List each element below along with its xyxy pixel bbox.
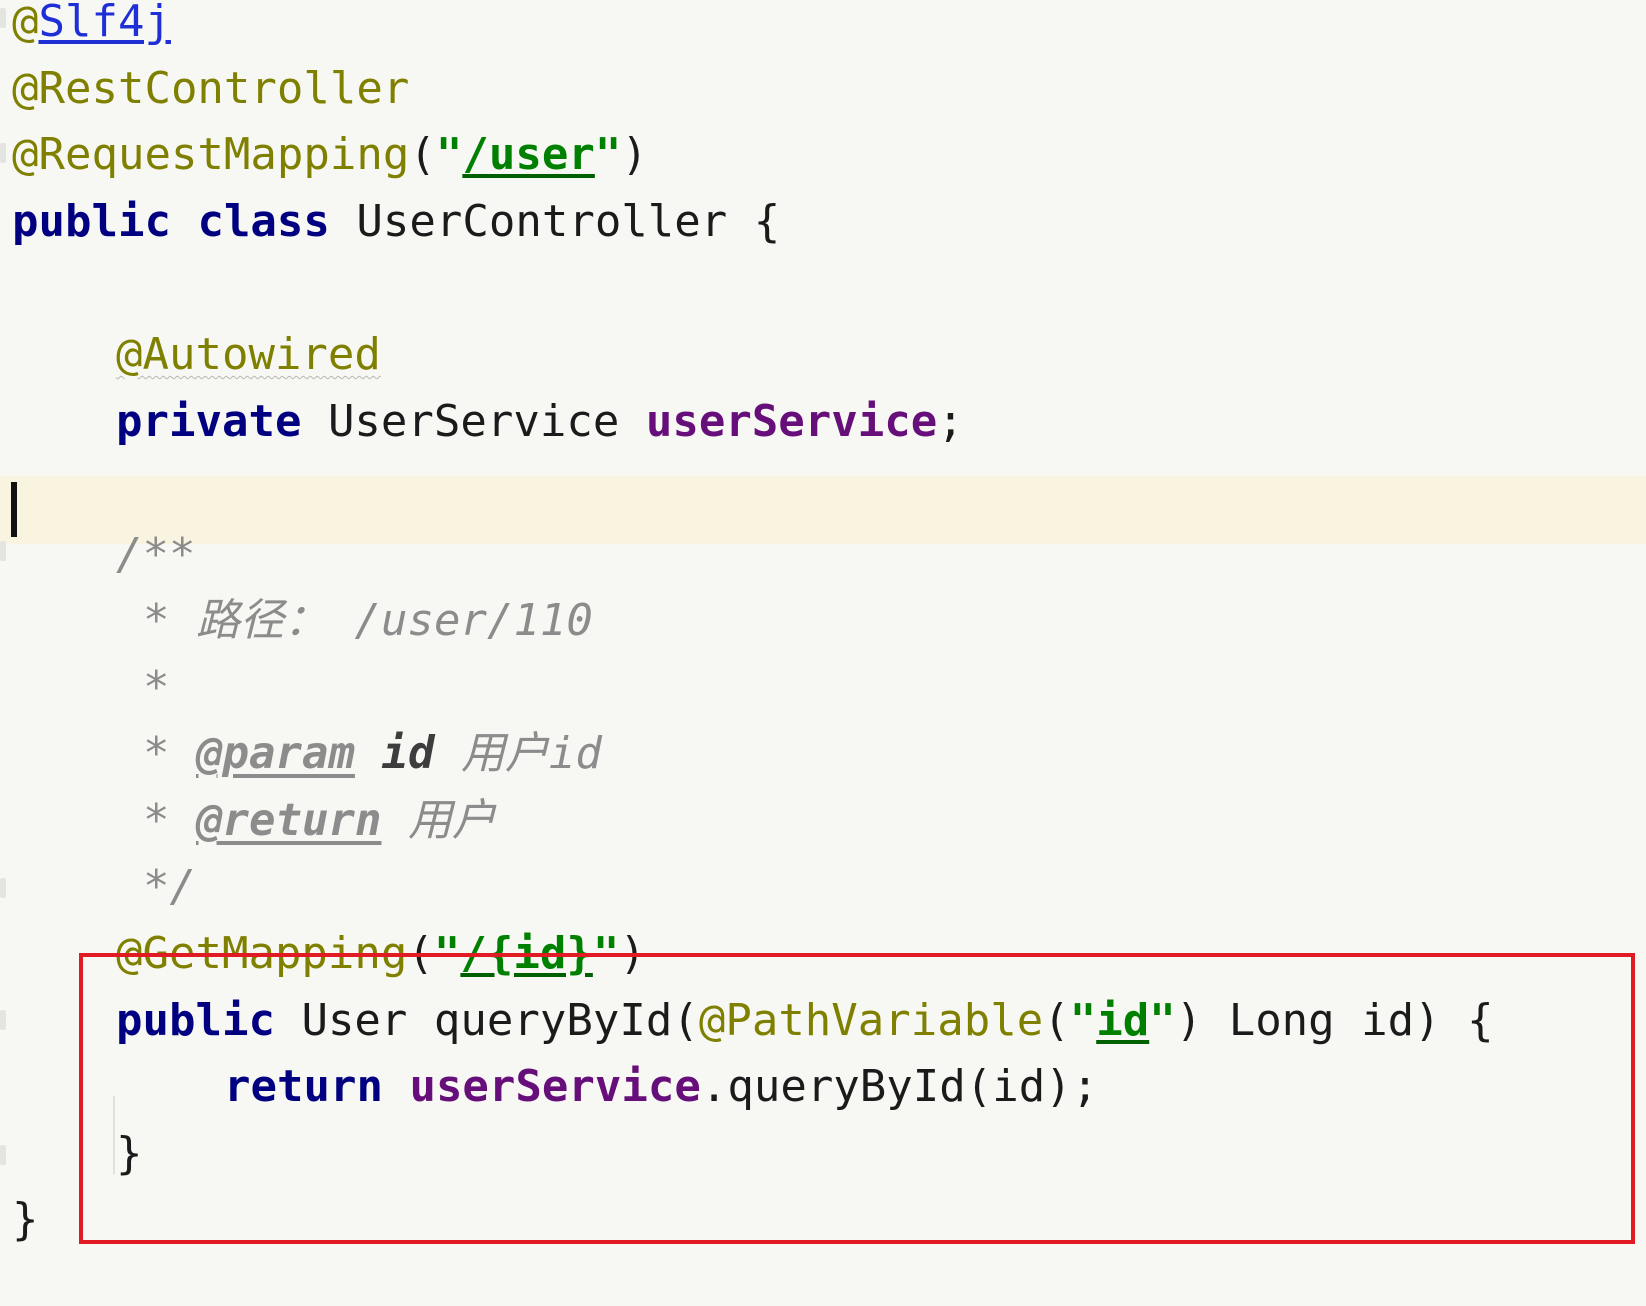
code-line-14[interactable]: */ xyxy=(143,852,196,922)
code-line-10[interactable]: * 路径： /user/110 xyxy=(143,586,593,656)
code-line-12[interactable]: * @param id 用户id xyxy=(143,719,602,789)
javadoc-param-desc: 用户id xyxy=(460,728,602,779)
code-line-19[interactable]: } xyxy=(12,1185,39,1255)
javadoc-path-value: /user/110 xyxy=(354,595,593,646)
code-line-1[interactable]: @Slf4j xyxy=(12,0,171,57)
brace-close: } xyxy=(12,1194,39,1245)
quote-open: " xyxy=(435,129,463,180)
javadoc-star: * xyxy=(143,728,170,779)
fold-marker[interactable] xyxy=(0,878,6,898)
slf4j-annotation-link[interactable]: Slf4j xyxy=(39,0,171,47)
javadoc-end: */ xyxy=(143,861,196,912)
field-type: UserService xyxy=(327,396,620,447)
fold-marker[interactable] xyxy=(0,1145,6,1165)
keyword-class: class xyxy=(197,196,330,247)
code-line-11[interactable]: * xyxy=(143,653,170,723)
paren-close: ) xyxy=(621,129,648,180)
code-editor[interactable]: @Slf4j @RestController @RequestMapping("… xyxy=(0,0,1646,1306)
javadoc-return-desc: 用户 xyxy=(407,795,496,846)
code-line-3[interactable]: @RequestMapping("/user") xyxy=(12,120,648,190)
request-mapping-annotation: @RequestMapping xyxy=(12,129,410,180)
code-line-6[interactable]: @Autowired xyxy=(116,320,381,390)
fold-marker[interactable] xyxy=(0,8,6,28)
javadoc-start: /** xyxy=(116,529,196,580)
class-name: UserController xyxy=(356,196,728,247)
javadoc-star: * xyxy=(143,662,170,713)
fold-marker[interactable] xyxy=(0,143,6,163)
code-line-7[interactable]: private UserService userService; xyxy=(116,387,964,457)
code-line-13[interactable]: * @return 用户 xyxy=(143,786,496,856)
javadoc-param-tag[interactable]: @param xyxy=(196,728,355,779)
javadoc-star: * xyxy=(143,795,170,846)
code-line-2[interactable]: @RestController xyxy=(12,54,409,124)
paren-open: ( xyxy=(409,129,436,180)
current-line-highlight xyxy=(0,476,1646,544)
brace-open: { xyxy=(753,196,781,247)
fold-marker[interactable] xyxy=(0,1010,6,1030)
code-line-9[interactable]: /** xyxy=(116,520,195,590)
rest-controller-annotation: @RestController xyxy=(12,63,410,114)
annotation-at: @ xyxy=(12,0,39,47)
user-service-field: userService xyxy=(645,396,938,447)
keyword-public: public xyxy=(12,196,171,247)
javadoc-path-label: 路径： xyxy=(196,595,328,646)
fold-marker[interactable] xyxy=(0,541,6,561)
semicolon: ; xyxy=(937,396,964,447)
keyword-private: private xyxy=(116,396,302,447)
autowired-annotation: @Autowired xyxy=(116,329,381,380)
javadoc-star: * xyxy=(143,595,170,646)
text-caret xyxy=(11,482,17,537)
quote-close: " xyxy=(594,129,622,180)
javadoc-param-name: id xyxy=(381,728,435,779)
request-mapping-path[interactable]: /user xyxy=(462,129,594,180)
javadoc-return-tag[interactable]: @return xyxy=(196,795,381,846)
highlight-box xyxy=(79,953,1635,1244)
code-line-4[interactable]: public class UserController { xyxy=(12,187,780,257)
